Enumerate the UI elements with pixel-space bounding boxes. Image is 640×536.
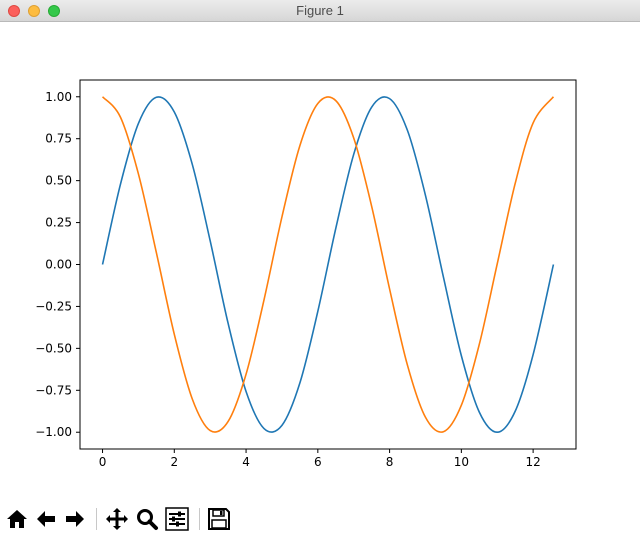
y-tick-label: −1.00 bbox=[35, 425, 72, 439]
navigation-toolbar bbox=[0, 504, 640, 536]
save-button[interactable] bbox=[206, 506, 232, 532]
arrow-right-icon bbox=[66, 511, 84, 527]
sliders-icon bbox=[165, 507, 189, 531]
y-tick-label: −0.75 bbox=[35, 383, 72, 397]
x-tick-label: 8 bbox=[386, 455, 394, 469]
move-icon bbox=[106, 508, 128, 530]
arrow-left-icon bbox=[37, 511, 55, 527]
x-tick-label: 0 bbox=[99, 455, 107, 469]
pan-button[interactable] bbox=[104, 506, 130, 532]
y-tick-label: 0.50 bbox=[45, 174, 72, 188]
title-bar: Figure 1 bbox=[0, 0, 640, 22]
x-tick-label: 2 bbox=[170, 455, 178, 469]
floppy-disk-icon bbox=[208, 508, 230, 530]
magnifier-icon bbox=[137, 509, 158, 530]
x-tick-label: 6 bbox=[314, 455, 322, 469]
x-tick-label: 10 bbox=[454, 455, 469, 469]
x-tick-label: 12 bbox=[525, 455, 540, 469]
line-chart[interactable]: 0 2 4 6 8 10 12 1.00 0.75 0.50 0.25 0.00 −0.25 −0.50 −… bbox=[0, 22, 640, 502]
y-tick-label: 0.25 bbox=[45, 216, 72, 230]
home-icon bbox=[7, 510, 27, 528]
series-line-1 bbox=[101, 96, 555, 434]
forward-button[interactable] bbox=[62, 506, 88, 532]
y-tick-label: 0.00 bbox=[45, 258, 72, 272]
y-tick-label: −0.25 bbox=[35, 299, 72, 313]
x-tick-label: 4 bbox=[242, 455, 250, 469]
zoom-button[interactable] bbox=[134, 506, 160, 532]
back-button[interactable] bbox=[33, 506, 59, 532]
y-tick-label: 1.00 bbox=[45, 90, 72, 104]
y-tick-label: 0.75 bbox=[45, 132, 72, 146]
toolbar-separator bbox=[199, 508, 200, 530]
window-title: Figure 1 bbox=[296, 3, 344, 18]
home-button[interactable] bbox=[4, 506, 30, 532]
y-tick-label: −0.50 bbox=[35, 341, 72, 355]
figure-window: Figure 1 0 2 4 6 8 10 12 1.00 0.75 0.50 0.25 0.00 −0… bbox=[0, 0, 640, 536]
subplots-button[interactable] bbox=[164, 506, 190, 532]
toolbar-separator bbox=[96, 508, 97, 530]
